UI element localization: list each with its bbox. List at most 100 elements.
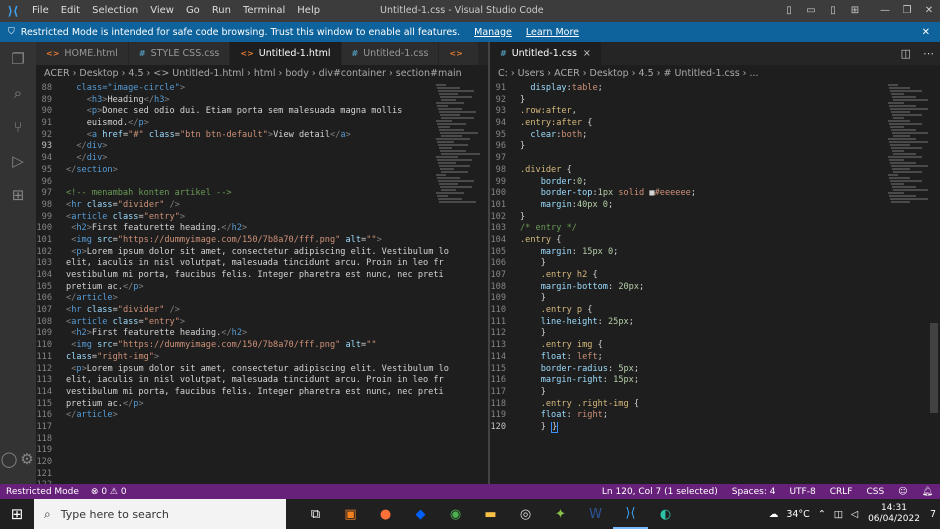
code-line[interactable]: 118 .entry .right-img { [490,399,940,411]
task-view-icon[interactable]: ⧉ [298,499,333,529]
breadcrumb-left[interactable]: ACER › Desktop › 4.5 › <> Untitled-1.htm… [36,65,488,83]
close-banner-icon[interactable]: ✕ [922,27,930,38]
code-line[interactable]: 98 <hr class="divider" /> [36,200,488,212]
code-line[interactable]: 110 <img src="https://dummyimage.com/150… [36,340,488,352]
tab-home-html[interactable]: <> HOME.html [36,42,129,65]
tab-untitled-1-css[interactable]: # Untitled-1.css × [490,42,602,65]
code-line[interactable]: 106 } [490,258,940,270]
app-icon-green[interactable]: ✦ [543,499,578,529]
layout-sidebar-icon[interactable]: ▯ [778,0,800,22]
tab-extra[interactable]: <> [439,42,479,65]
code-line[interactable]: 100 border-top:1px solid ■#eeeeee; [490,188,940,200]
code-line[interactable]: 114 vestibulum mi porta, faucibus felis. … [36,387,488,399]
code-line[interactable]: 118 [36,434,488,446]
explorer-icon[interactable]: ❐ [0,42,36,76]
restricted-mode-status[interactable]: Restricted Mode [0,487,85,497]
feedback-icon[interactable]: ☺ [891,487,914,497]
firefox-icon[interactable]: ● [368,499,403,529]
menu-item-help[interactable]: Help [291,0,326,22]
search-icon[interactable]: ⌕ [0,76,36,110]
edge-icon[interactable]: ◐ [648,499,683,529]
code-line[interactable]: 113 elit, iaculis in nisl volutpat, males… [36,375,488,387]
code-line[interactable]: 103 /* entry */ [490,223,940,235]
code-line[interactable]: 102 <p>Lorem ipsum dolor sit amet, conse… [36,247,488,259]
minimap-right[interactable] [888,83,932,484]
weather-icon[interactable]: ☁ [765,509,783,520]
code-line[interactable]: 105 margin: 15px 0; [490,247,940,259]
code-line[interactable]: 115 pretium ac.</p> [36,399,488,411]
code-line[interactable]: 93 .row:after, [490,106,940,118]
code-line[interactable]: 112 } [490,328,940,340]
windows-start-icon[interactable]: ⊞ [0,499,34,529]
chrome-icon[interactable]: ◉ [438,499,473,529]
menu-item-edit[interactable]: Edit [55,0,86,22]
code-line[interactable]: 95 clear:both; [490,130,940,142]
code-line[interactable]: 116 margin-right: 15px; [490,375,940,387]
menu-item-selection[interactable]: Selection [86,0,144,22]
code-line[interactable]: 91 display:table; [490,83,940,95]
bell-icon[interactable]: 🔔︎ [915,487,940,497]
menu-item-file[interactable]: File [26,0,55,22]
code-line[interactable]: 96} [490,141,940,153]
code-line[interactable]: 110 .entry p { [490,305,940,317]
learn-more-link[interactable]: Learn More [526,27,579,38]
code-line[interactable]: 92} [490,95,940,107]
code-line[interactable]: 100 <h2>First featurette heading.</h2> [36,223,488,235]
code-line[interactable]: 104 .entry { [490,235,940,247]
code-line[interactable]: 111 line-height: 25px; [490,317,940,329]
code-line[interactable]: 104 vestibulum mi porta, faucibus felis. … [36,270,488,282]
scrollbar[interactable] [930,323,938,413]
code-line[interactable]: 107 .entry h2 { [490,270,940,282]
code-line[interactable]: 97 <!-- menambah konten artikel --> [36,188,488,200]
css-editor[interactable]: 91 display:table; 92} 93 .row:after, 94 .entr… [490,83,940,484]
code-line[interactable]: 97 [490,153,940,165]
code-line[interactable]: 119 float: right; [490,410,940,422]
code-line[interactable]: 106 </article> [36,293,488,305]
network-icon[interactable]: ◫ [830,509,847,520]
close-tab-icon[interactable]: × [583,48,591,59]
code-line[interactable]: 121 [36,469,488,481]
tab-style-css-css[interactable]: # STYLE CSS.css [128,42,231,65]
code-line[interactable]: 117 } [490,387,940,399]
code-line[interactable]: 94 .entry:after { [490,118,940,130]
code-line[interactable]: 92 <a href="#" class="btn btn-default">V… [36,130,488,142]
code-line[interactable]: 101 <img src="https://dummyimage.com/150… [36,235,488,247]
extensions-icon[interactable]: ⊞ [0,178,36,212]
layout-panel-icon[interactable]: ▭ [800,0,822,22]
code-line[interactable]: 105 pretium ac.</p> [36,282,488,294]
code-line[interactable]: 94 </div> [36,153,488,165]
code-line[interactable]: 107 <hr class="divider" /> [36,305,488,317]
code-line[interactable]: 115 border-radius: 5px; [490,364,940,376]
code-line[interactable]: 108 margin-bottom: 20px; [490,282,940,294]
code-line[interactable]: 119 [36,445,488,457]
app-icon-orange[interactable]: ▣ [333,499,368,529]
code-line[interactable]: 96 [36,177,488,189]
line-ending[interactable]: CRLF [823,487,860,497]
code-line[interactable]: 101 margin:40px 0; [490,200,940,212]
split-editor-icon[interactable]: ◫ [895,47,917,60]
settings-gear-icon[interactable]: ⚙ [18,442,36,476]
temperature[interactable]: 34°C [782,509,813,520]
obs-icon[interactable]: ◎ [508,499,543,529]
code-line[interactable]: 88 class="image-circle"> [36,83,488,95]
menu-item-terminal[interactable]: Terminal [237,0,291,22]
html-editor[interactable]: 88 class="image-circle"> 89 <h3>Heading</… [36,83,488,484]
encoding[interactable]: UTF-8 [782,487,822,497]
code-line[interactable]: 109 } [490,293,940,305]
breadcrumb-right[interactable]: C: › Users › ACER › Desktop › 4.5 › # Un… [490,65,940,83]
code-line[interactable]: 102} [490,212,940,224]
menu-item-go[interactable]: Go [180,0,206,22]
code-line[interactable]: 103 elit, iaculis in nisl volutpat, males… [36,258,488,270]
menu-item-run[interactable]: Run [206,0,237,22]
tab-untitled-1-html[interactable]: <> Untitled-1.html [230,42,342,65]
code-line[interactable]: 95 </section> [36,165,488,177]
more-actions-icon[interactable]: ⋯ [917,47,940,60]
language-mode[interactable]: CSS [859,487,891,497]
chevron-up-icon[interactable]: ⌃ [814,509,830,520]
indentation[interactable]: Spaces: 4 [725,487,783,497]
code-line[interactable]: 90 <p>Donec sed odio dui. Etiam porta se… [36,106,488,118]
minimize-button[interactable]: — [874,0,896,22]
close-button[interactable]: ✕ [918,0,940,22]
code-line[interactable]: 99 border:0; [490,177,940,189]
menu-item-view[interactable]: View [144,0,180,22]
